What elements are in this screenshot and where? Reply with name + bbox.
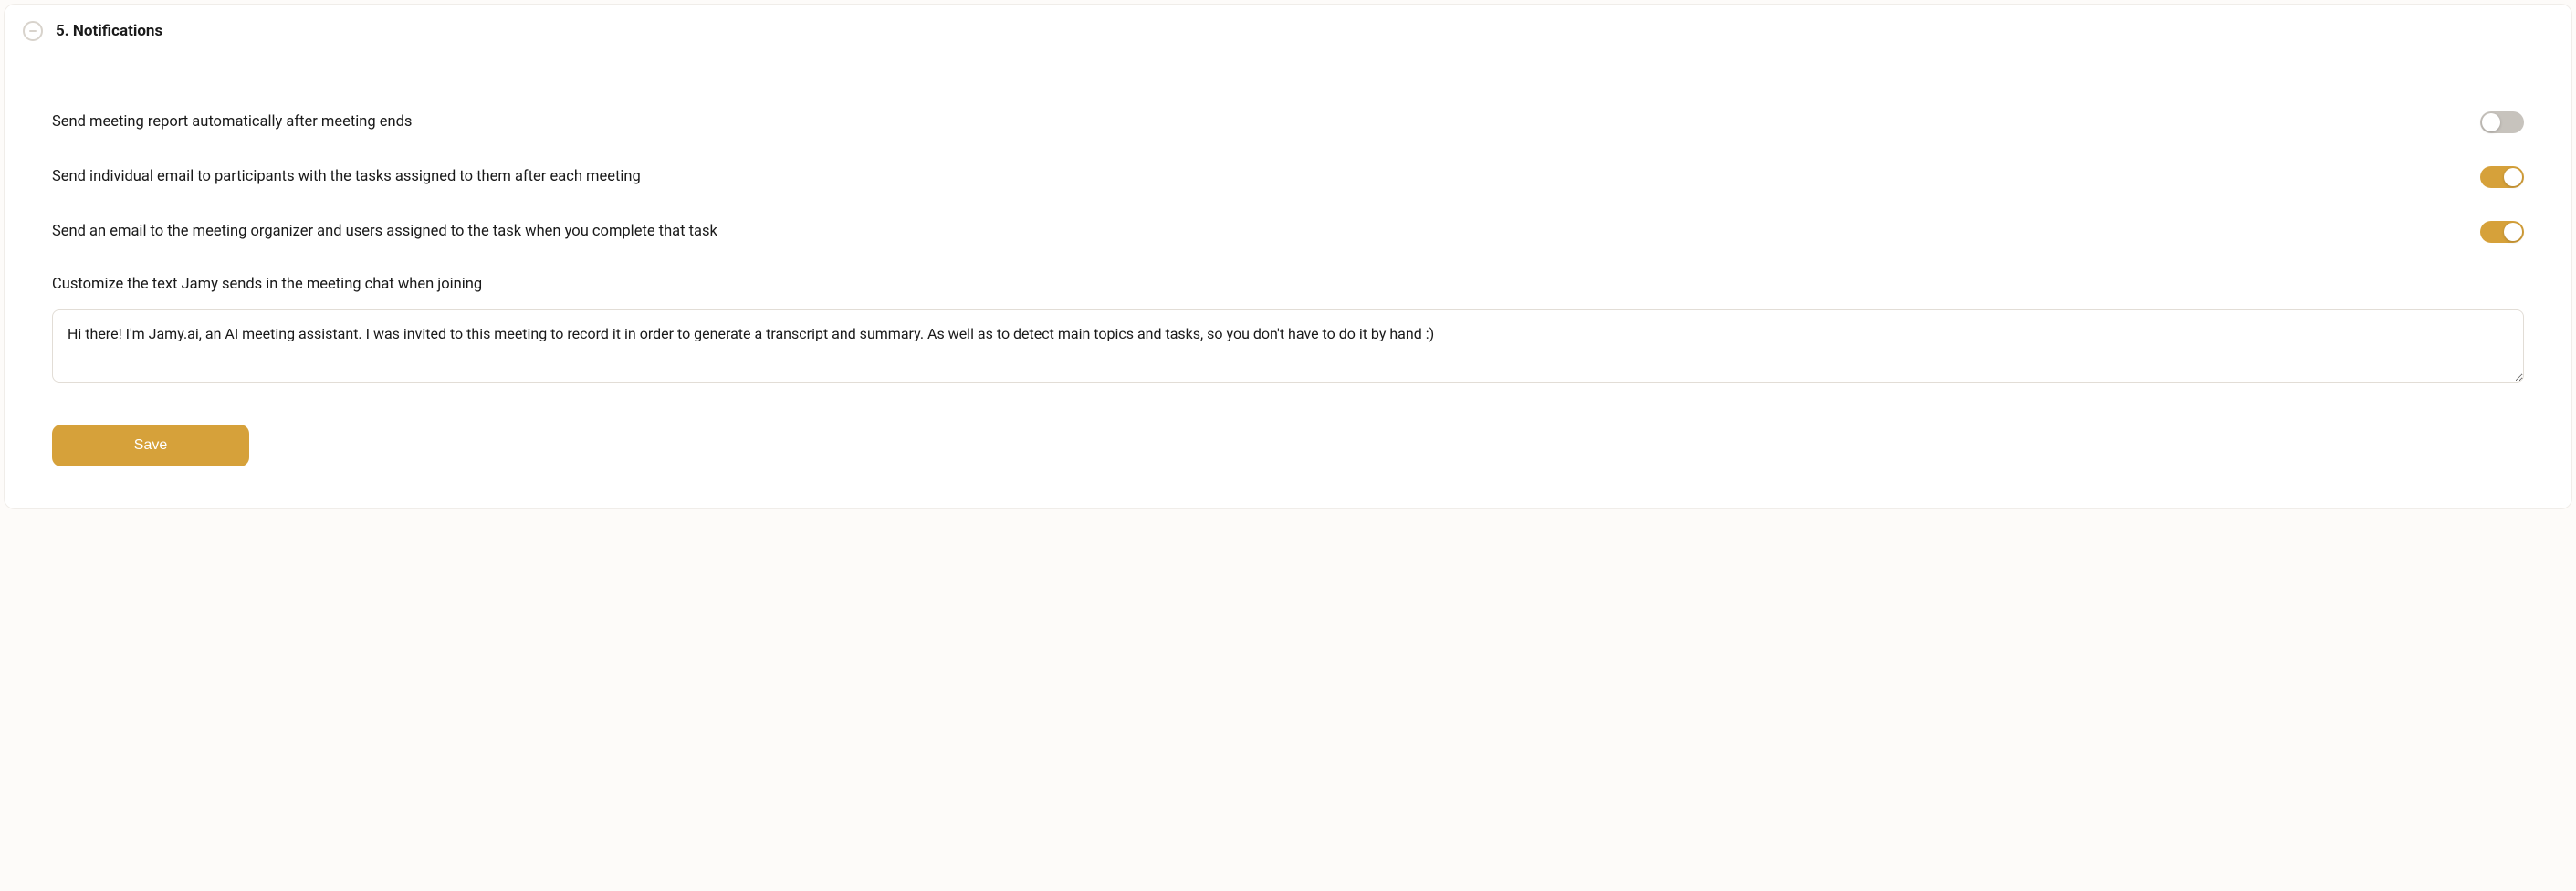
panel-header[interactable]: 5. Notifications bbox=[5, 5, 2571, 58]
notifications-panel: 5. Notifications Send meeting report aut… bbox=[4, 4, 2572, 509]
setting-label: Send meeting report automatically after … bbox=[52, 111, 412, 132]
toggle-auto-report[interactable] bbox=[2480, 111, 2524, 133]
toggle-knob bbox=[2504, 168, 2522, 186]
customize-label: Customize the text Jamy sends in the mee… bbox=[52, 276, 2524, 293]
toggle-completion-email[interactable] bbox=[2480, 221, 2524, 243]
setting-label: Send an email to the meeting organizer a… bbox=[52, 221, 717, 242]
setting-completion-email: Send an email to the meeting organizer a… bbox=[52, 204, 2524, 259]
collapse-icon[interactable] bbox=[23, 21, 43, 41]
customize-block: Customize the text Jamy sends in the mee… bbox=[52, 259, 2524, 386]
save-button[interactable]: Save bbox=[52, 425, 249, 466]
setting-label: Send individual email to participants wi… bbox=[52, 166, 641, 187]
toggle-knob bbox=[2482, 113, 2500, 131]
setting-task-email: Send individual email to participants wi… bbox=[52, 150, 2524, 204]
panel-body: Send meeting report automatically after … bbox=[5, 58, 2571, 508]
section-title: 5. Notifications bbox=[56, 22, 162, 40]
toggle-task-email[interactable] bbox=[2480, 166, 2524, 188]
customize-textarea[interactable] bbox=[52, 309, 2524, 383]
toggle-knob bbox=[2504, 223, 2522, 241]
setting-auto-report: Send meeting report automatically after … bbox=[52, 95, 2524, 150]
